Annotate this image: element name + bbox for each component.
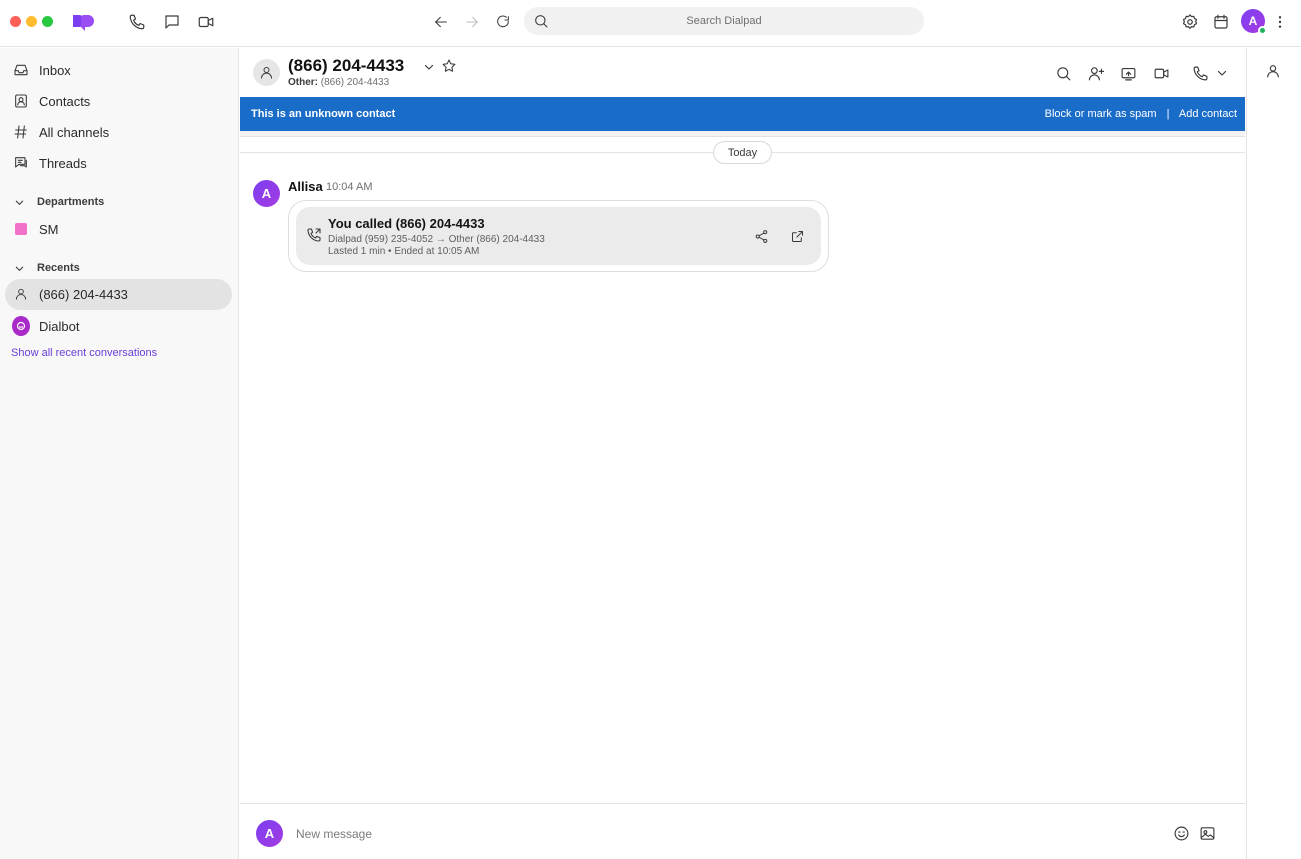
online-status-dot <box>1258 26 1267 35</box>
window-close-button[interactable] <box>10 16 21 27</box>
contact-subtitle: Other: (866) 204-4433 <box>288 77 389 88</box>
forward-arrow-icon[interactable] <box>461 11 483 33</box>
contact-avatar[interactable] <box>253 59 280 86</box>
sidebar-item-label: All channels <box>39 124 110 140</box>
image-attach-icon[interactable] <box>1197 823 1217 843</box>
call-options-chevron-icon[interactable] <box>1211 62 1233 84</box>
contact-subtitle-label: Other: <box>288 77 318 88</box>
call-log-inner: You called (866) 204-4433 Dialpad (959) … <box>296 207 821 265</box>
departments-section-header[interactable]: Departments <box>14 196 104 208</box>
message-composer: A <box>240 803 1245 859</box>
conversation-panel: (866) 204-4433 Other: (866) 204-4433 Thi… <box>240 48 1245 859</box>
department-color-icon <box>12 220 30 238</box>
person-icon <box>12 285 30 303</box>
sidebar-item-threads[interactable]: Threads <box>12 151 232 175</box>
inbox-icon <box>12 61 30 79</box>
call-log-card[interactable]: You called (866) 204-4433 Dialpad (959) … <box>288 200 829 272</box>
phone-call-icon[interactable] <box>1189 62 1211 84</box>
banner-actions: Block or mark as spam | Add contact <box>1045 108 1237 120</box>
message-author[interactable]: Allisa <box>288 179 323 194</box>
window-minimize-button[interactable] <box>26 16 37 27</box>
search-icon[interactable] <box>1052 62 1074 84</box>
unknown-contact-banner: This is an unknown contact Block or mark… <box>240 97 1245 131</box>
sidebar-item-label: Contacts <box>39 93 91 109</box>
search-bar[interactable]: Search Dialpad <box>524 7 924 35</box>
sidebar-item-label: Inbox <box>39 62 71 78</box>
call-route: Dialpad (959) 235-4052 → Other (866) 204… <box>328 234 545 245</box>
composer-avatar: A <box>256 820 283 847</box>
recents-section-header[interactable]: Recents <box>14 262 80 274</box>
more-vertical-icon[interactable] <box>1269 11 1291 33</box>
contacts-icon <box>12 92 30 110</box>
chevron-down-icon[interactable] <box>423 61 435 73</box>
sidebar-item-label: SM <box>39 221 59 237</box>
window-zoom-button[interactable] <box>42 16 53 27</box>
gear-icon[interactable] <box>1179 11 1201 33</box>
add-contact-link[interactable]: Add contact <box>1179 108 1237 120</box>
chevron-down-icon <box>14 197 25 208</box>
phone-icon[interactable] <box>126 11 148 33</box>
right-rail <box>1246 48 1301 859</box>
star-icon[interactable] <box>441 58 457 74</box>
sidebar-item-sm[interactable]: SM <box>12 217 232 241</box>
user-avatar-initial: A <box>1248 14 1258 28</box>
message-time: 10:04 AM <box>326 181 373 193</box>
recent-item-label: (866) 204-4433 <box>39 286 128 302</box>
sidebar: Inbox Contacts All channels Threads Depa… <box>0 48 239 859</box>
chevron-down-icon <box>14 263 25 274</box>
dialpad-logo-icon <box>70 11 96 31</box>
departments-title: Departments <box>37 196 105 208</box>
sidebar-item-contacts[interactable]: Contacts <box>12 89 232 113</box>
search-placeholder: Search Dialpad <box>686 15 762 27</box>
hash-icon <box>12 123 30 141</box>
recent-item-866-204-4433[interactable]: (866) 204-4433 <box>12 282 232 306</box>
contact-name[interactable]: (866) 204-4433 <box>288 56 404 76</box>
calendar-icon[interactable] <box>1210 11 1232 33</box>
new-message-input[interactable] <box>296 824 1156 844</box>
person-icon <box>261 67 272 79</box>
sidebar-item-label: Threads <box>39 155 87 171</box>
add-person-icon[interactable] <box>1085 62 1107 84</box>
messages-icon[interactable] <box>161 11 183 33</box>
emoji-icon[interactable] <box>1171 823 1191 843</box>
recents-title: Recents <box>37 262 80 274</box>
contact-subtitle-value: (866) 204-4433 <box>320 77 390 88</box>
share-icon[interactable] <box>750 225 772 247</box>
recent-item-dialbot[interactable]: Dialbot <box>12 314 232 338</box>
banner-text: This is an unknown contact <box>251 108 396 120</box>
block-spam-link[interactable]: Block or mark as spam <box>1045 108 1157 120</box>
title-bar: Search Dialpad A <box>0 0 1301 47</box>
message-author-avatar[interactable]: A <box>253 180 280 207</box>
outgoing-call-icon <box>306 227 322 243</box>
screen-share-icon[interactable] <box>1117 62 1139 84</box>
video-call-icon[interactable] <box>1150 62 1172 84</box>
call-title: You called (866) 204-4433 <box>328 216 485 231</box>
threads-icon <box>12 154 30 172</box>
date-pill: Today <box>713 141 772 164</box>
dialbot-icon <box>12 316 30 336</box>
open-external-icon[interactable] <box>786 225 808 247</box>
show-all-recent-link[interactable]: Show all recent conversations <box>11 347 157 359</box>
call-detail: Lasted 1 min • Ended at 10:05 AM <box>328 246 480 257</box>
user-avatar[interactable]: A <box>1241 9 1267 35</box>
contact-details-icon[interactable] <box>1265 63 1281 79</box>
reload-icon[interactable] <box>492 11 514 33</box>
back-arrow-icon[interactable] <box>430 11 452 33</box>
banner-separator: | <box>1166 108 1170 120</box>
video-icon[interactable] <box>195 11 217 33</box>
sidebar-item-all-channels[interactable]: All channels <box>12 120 232 144</box>
sidebar-item-inbox[interactable]: Inbox <box>12 58 232 82</box>
recent-item-label: Dialbot <box>39 318 80 334</box>
banner-divider <box>240 131 1245 137</box>
